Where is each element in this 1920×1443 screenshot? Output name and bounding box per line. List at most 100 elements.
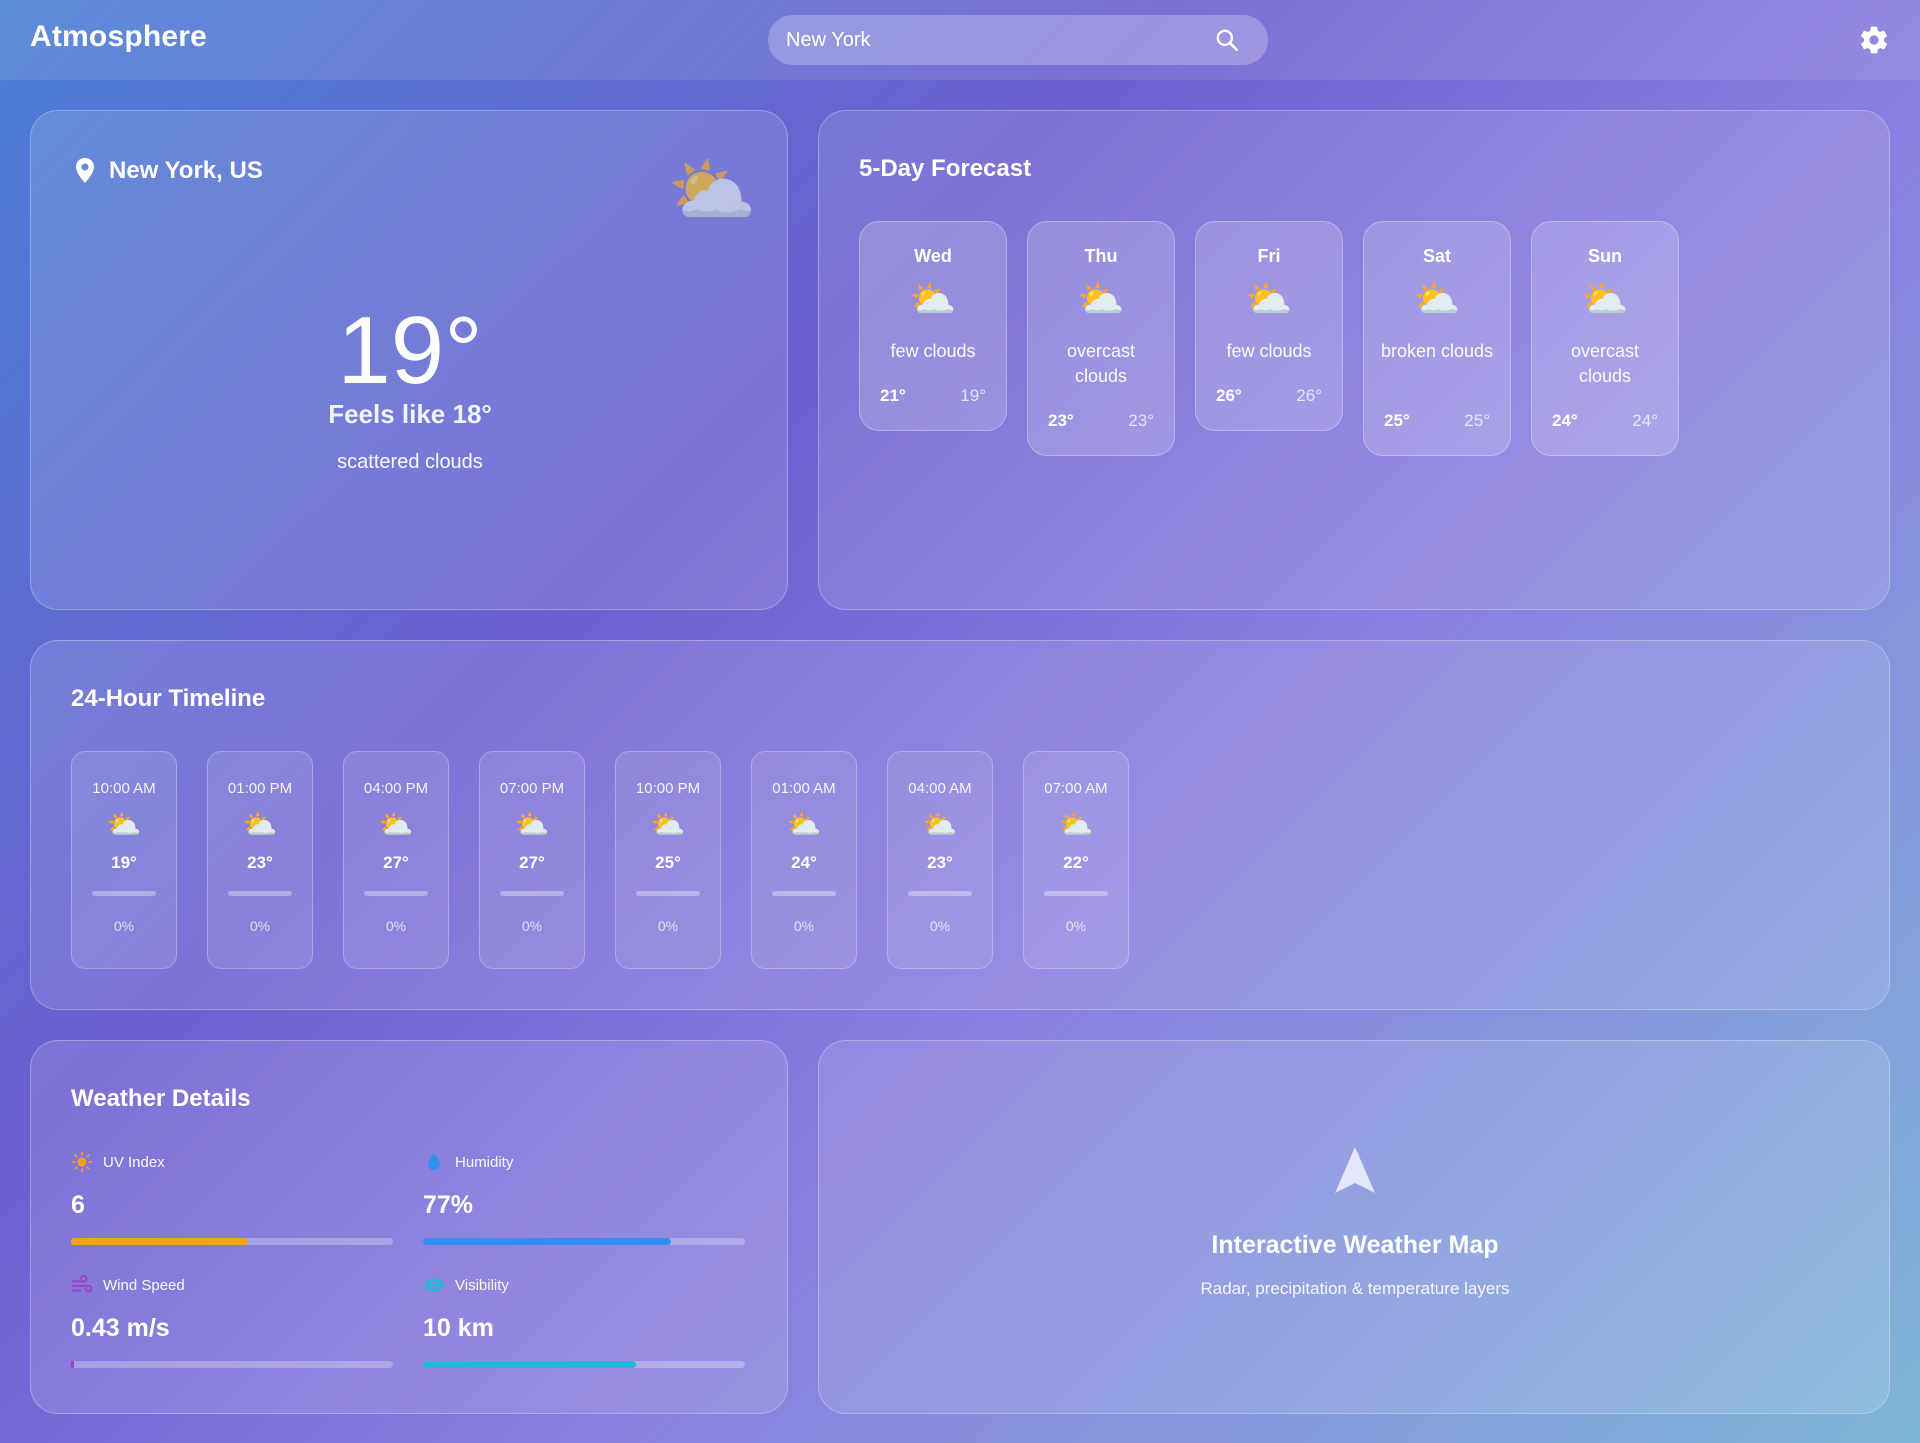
hour-time: 04:00 PM xyxy=(363,780,429,797)
hour-item[interactable]: 04:00 AM ⛅ 23° 0% xyxy=(887,751,993,969)
partly-cloudy-icon: ⛅ xyxy=(667,151,757,231)
app-title: Atmosphere xyxy=(30,20,208,53)
day-description: overcast clouds xyxy=(1066,341,1136,386)
forecast-day[interactable]: Wed ⛅ few clouds 21° 19° xyxy=(859,221,1007,431)
day-name: Thu xyxy=(1084,246,1118,266)
visibility-label: Visibility xyxy=(455,1276,509,1294)
humidity-track xyxy=(423,1238,745,1245)
feels-like: Feels like 18° xyxy=(328,399,492,429)
wind-icon xyxy=(71,1274,93,1293)
timeline-title: 24-Hour Timeline xyxy=(71,685,266,712)
humidity-value: 77% xyxy=(423,1191,474,1219)
hour-time: 07:00 PM xyxy=(499,780,565,797)
timeline-card: 24-Hour Timeline 10:00 AM ⛅ 19° 0% 01:00… xyxy=(30,640,1890,1010)
weather-map-card[interactable]: Interactive Weather Map Radar, precipita… xyxy=(818,1040,1890,1414)
partly-cloudy-icon: ⛅ xyxy=(106,809,142,840)
hour-item[interactable]: 10:00 AM ⛅ 19° 0% xyxy=(71,751,177,969)
hour-temp: 27° xyxy=(519,853,545,872)
map-title: Interactive Weather Map xyxy=(1211,1231,1499,1259)
hour-temp: 22° xyxy=(1063,853,1089,872)
uv-value: 6 xyxy=(71,1191,85,1219)
hour-time: 01:00 AM xyxy=(772,780,836,797)
forecast-day[interactable]: Thu ⛅ overcast clouds 23° 23° xyxy=(1027,221,1175,456)
wind-bar xyxy=(71,1361,75,1368)
forecast-day[interactable]: Sat ⛅ broken clouds 25° 25° xyxy=(1363,221,1511,456)
day-high: 24° xyxy=(1552,411,1578,430)
hour-temp: 25° xyxy=(655,853,681,872)
hour-item[interactable]: 07:00 AM ⛅ 22° 0% xyxy=(1023,751,1129,969)
weather-description: scattered clouds xyxy=(337,451,483,473)
precipitation-bar xyxy=(772,891,836,896)
precipitation-bar xyxy=(636,891,700,896)
wind-value: 0.43 m/s xyxy=(71,1314,170,1342)
precipitation-bar xyxy=(92,891,156,896)
partly-cloudy-icon: ⛅ xyxy=(1245,279,1293,321)
partly-cloudy-icon: ⛅ xyxy=(786,809,822,840)
partly-cloudy-icon: ⛅ xyxy=(650,809,686,840)
search-box[interactable] xyxy=(768,15,1268,65)
hour-item[interactable]: 01:00 AM ⛅ 24° 0% xyxy=(751,751,857,969)
search-icon[interactable] xyxy=(1214,27,1240,53)
wind-speed-metric: Wind Speed 0.43 m/s xyxy=(71,1274,393,1368)
visibility-metric: Visibility 10 km xyxy=(423,1274,745,1368)
eye-icon xyxy=(423,1278,445,1292)
precipitation-bar xyxy=(228,891,292,896)
hour-item[interactable]: 01:00 PM ⛅ 23° 0% xyxy=(207,751,313,969)
humidity-metric: Humidity 77% xyxy=(423,1151,745,1245)
day-low: 24° xyxy=(1632,411,1658,430)
precipitation-chance: 0% xyxy=(249,918,271,934)
day-high: 25° xyxy=(1384,411,1410,430)
uv-bar xyxy=(71,1238,249,1245)
partly-cloudy-icon: ⛅ xyxy=(514,809,550,840)
day-description: overcast clouds xyxy=(1570,341,1640,386)
precipitation-chance: 0% xyxy=(1065,918,1087,934)
day-high: 26° xyxy=(1216,386,1242,405)
hour-item[interactable]: 04:00 PM ⛅ 27° 0% xyxy=(343,751,449,969)
forecast-card: 5-Day Forecast Wed ⛅ few clouds 21° 19° T… xyxy=(818,110,1890,610)
day-description: broken clouds xyxy=(1380,341,1494,361)
partly-cloudy-icon: ⛅ xyxy=(378,809,414,840)
partly-cloudy-icon: ⛅ xyxy=(1058,809,1094,840)
forecast-day[interactable]: Sun ⛅ overcast clouds 24° 24° xyxy=(1531,221,1679,456)
forecast-day[interactable]: Fri ⛅ few clouds 26° 26° xyxy=(1195,221,1343,431)
humidity-bar xyxy=(423,1238,671,1245)
day-name: Fri xyxy=(1257,246,1281,266)
map-subtitle: Radar, precipitation & temperature layer… xyxy=(1200,1279,1510,1298)
day-name: Wed xyxy=(914,246,952,266)
partly-cloudy-icon: ⛅ xyxy=(1413,279,1461,321)
current-weather-card: New York, US ⛅ 19° Feels like 18° scatte… xyxy=(30,110,788,610)
uv-label: UV Index xyxy=(103,1153,165,1171)
day-low: 19° xyxy=(960,386,986,405)
wind-track xyxy=(71,1361,393,1368)
location: New York, US xyxy=(73,157,263,185)
location-pin-icon xyxy=(76,158,94,183)
day-description: few clouds xyxy=(890,341,976,361)
partly-cloudy-icon: ⛅ xyxy=(1077,279,1125,321)
day-name: Sat xyxy=(1422,246,1451,266)
partly-cloudy-icon: ⛅ xyxy=(922,809,958,840)
precipitation-chance: 0% xyxy=(929,918,951,934)
visibility-value: 10 km xyxy=(423,1314,494,1342)
visibility-track xyxy=(423,1361,745,1368)
hour-item[interactable]: 07:00 PM ⛅ 27° 0% xyxy=(479,751,585,969)
day-name: Sun xyxy=(1588,246,1622,266)
partly-cloudy-icon: ⛅ xyxy=(242,809,278,840)
precipitation-chance: 0% xyxy=(385,918,407,934)
hour-temp: 23° xyxy=(247,853,273,872)
app-header: Atmosphere xyxy=(0,0,1920,80)
hour-time: 04:00 AM xyxy=(908,780,972,797)
wind-label: Wind Speed xyxy=(103,1276,185,1294)
hour-item[interactable]: 10:00 PM ⛅ 25° 0% xyxy=(615,751,721,969)
precipitation-chance: 0% xyxy=(521,918,543,934)
forecast-title: 5-Day Forecast xyxy=(859,155,1032,182)
uv-index-metric: UV Index 6 xyxy=(71,1151,393,1245)
gear-icon[interactable] xyxy=(1858,24,1890,56)
hour-temp: 23° xyxy=(927,853,953,872)
visibility-bar xyxy=(423,1361,636,1368)
search-input[interactable] xyxy=(786,28,1250,52)
day-low: 26° xyxy=(1296,386,1322,405)
day-high: 21° xyxy=(880,386,906,405)
hour-temp: 27° xyxy=(383,853,409,872)
precipitation-bar xyxy=(908,891,972,896)
precipitation-chance: 0% xyxy=(113,918,135,934)
